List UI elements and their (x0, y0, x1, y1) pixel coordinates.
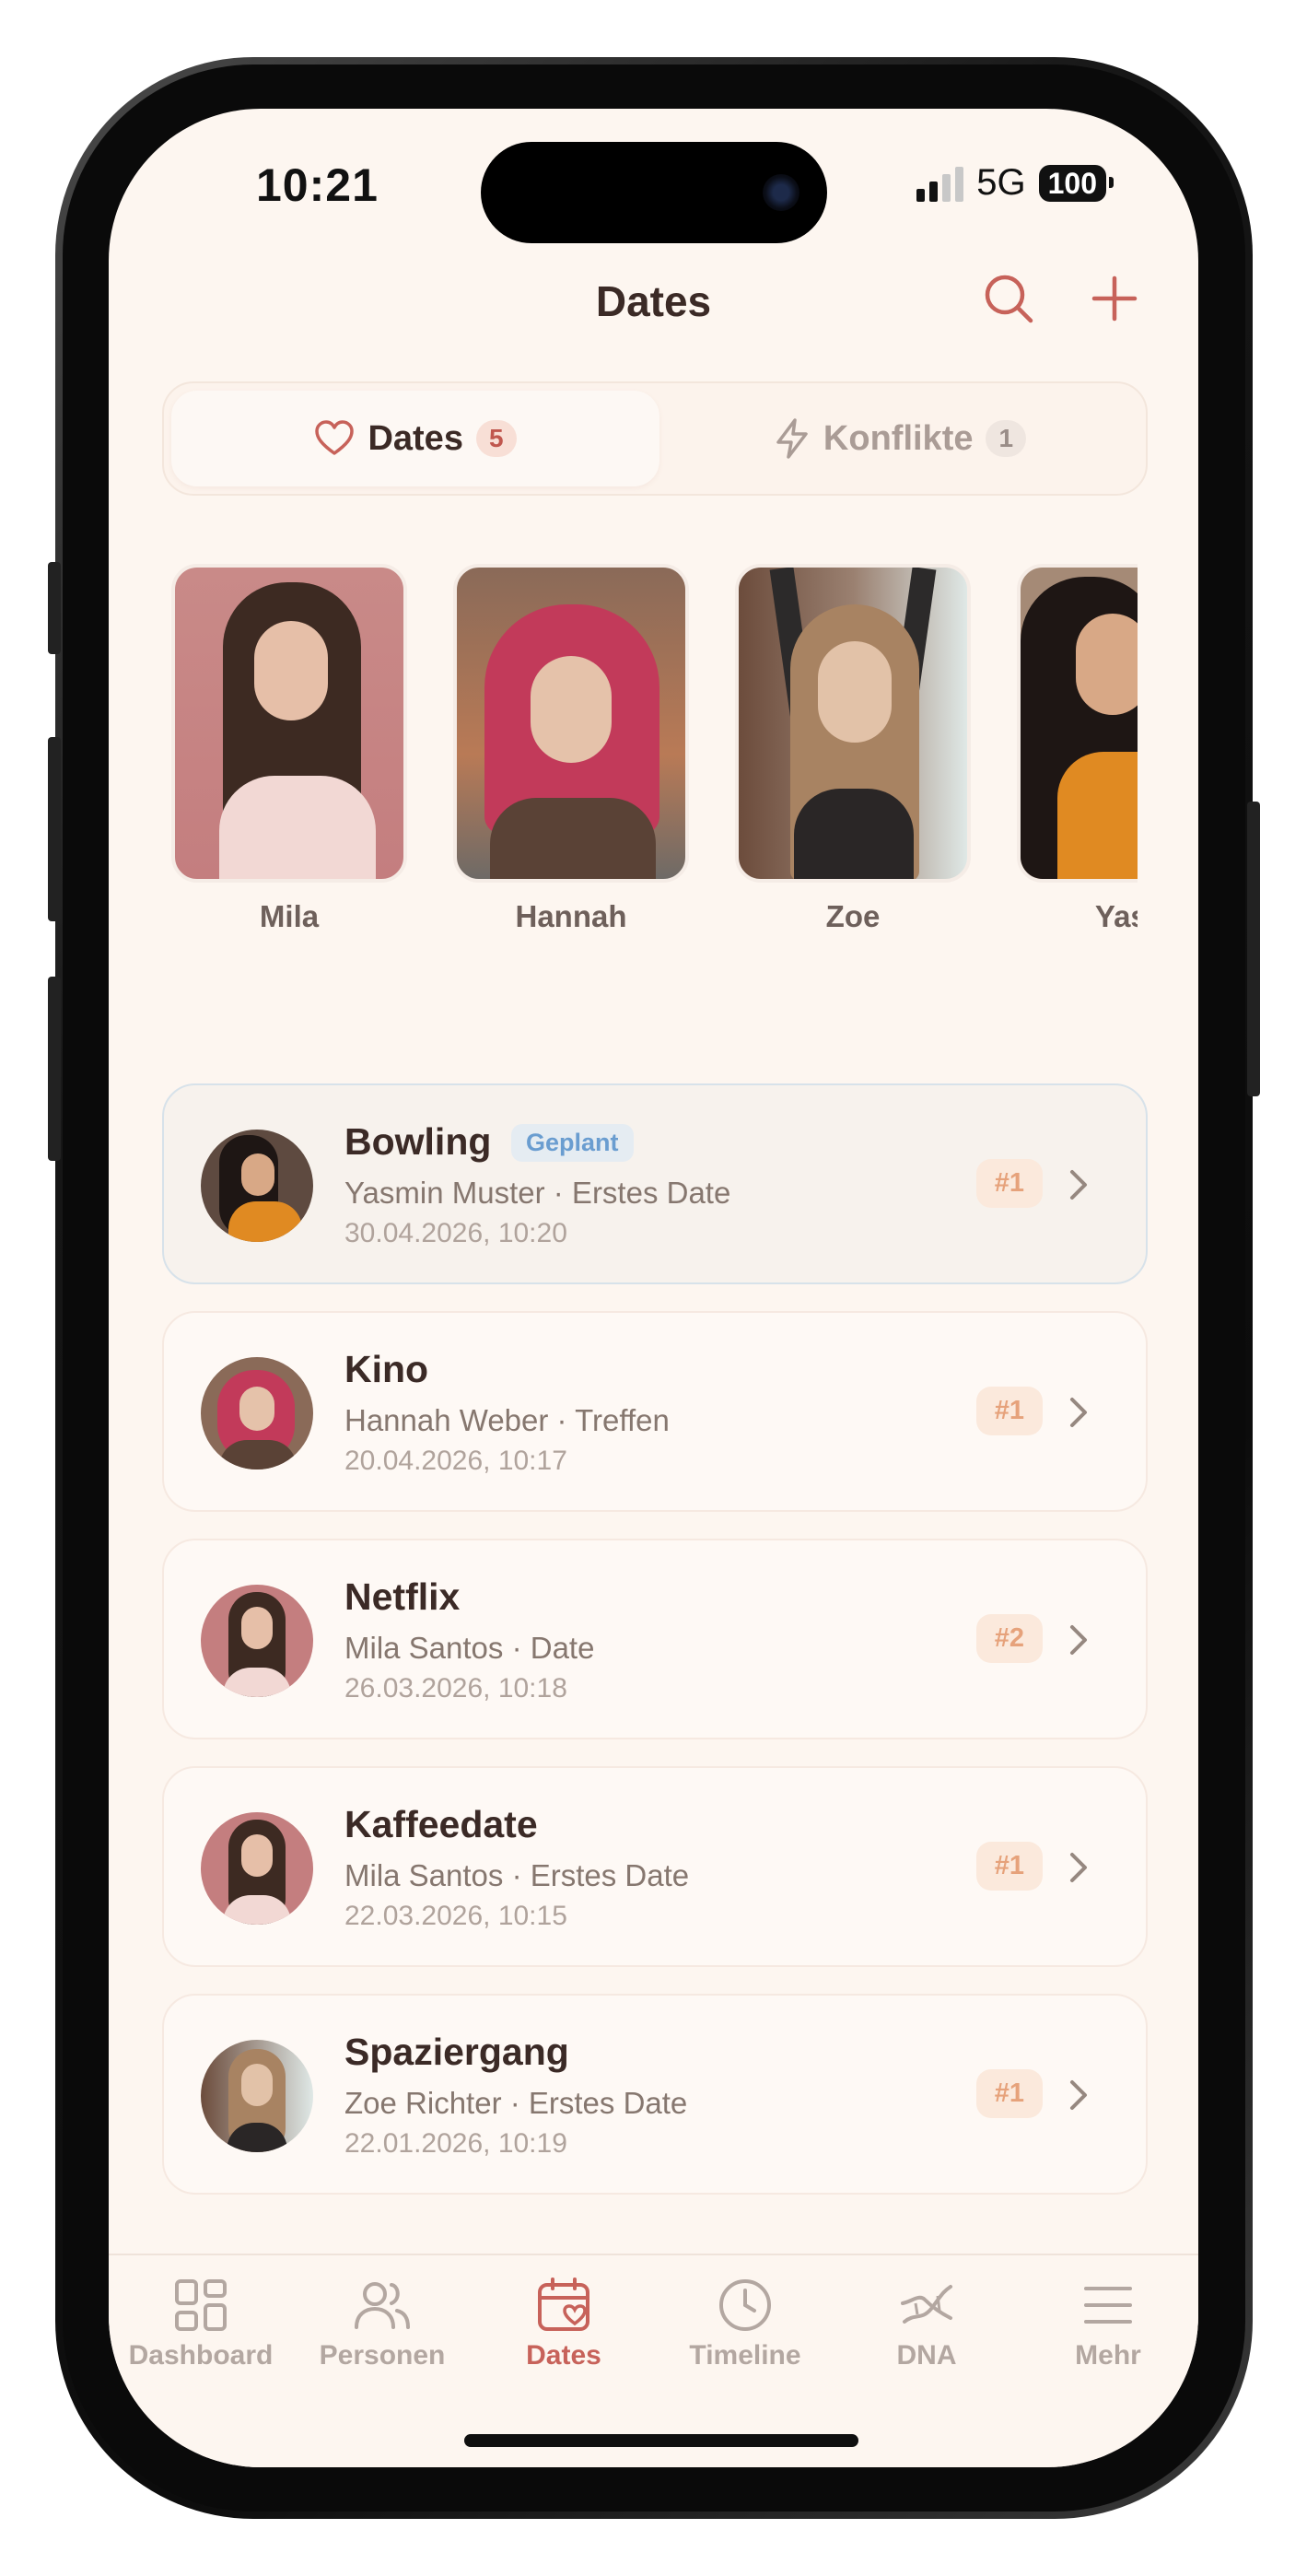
tab-label: Timeline (689, 2340, 801, 2371)
person-card-zoe[interactable]: Zoe (735, 564, 971, 934)
avatar (201, 1585, 313, 1697)
segmented-control: Dates 5 Konflikte 1 (162, 381, 1148, 496)
camera-icon (763, 174, 799, 211)
dynamic-island (481, 142, 827, 243)
tab-label: Personen (319, 2340, 446, 2371)
calendar-heart-icon (538, 2277, 589, 2331)
date-timestamp: 30.04.2026, 10:20 (344, 1218, 567, 1248)
status-time: 10:21 (256, 159, 379, 211)
avatar (201, 2040, 313, 2152)
home-indicator[interactable] (464, 2434, 858, 2447)
person-photo (735, 564, 971, 883)
tab-personen[interactable]: Personen (290, 2276, 474, 2371)
date-subtitle: Mila Santos · Date (344, 1631, 595, 1665)
konflikte-count-badge: 1 (986, 420, 1027, 457)
status-badge: Geplant (511, 1124, 634, 1162)
avatar (201, 1130, 313, 1242)
person-name: Hannah (515, 899, 627, 933)
date-title: Kino (344, 1348, 429, 1390)
date-card-kaffeedate[interactable]: Kaffeedate Mila Santos · Erstes Date 22.… (162, 1766, 1148, 1967)
network-label: 5G (976, 162, 1026, 203)
rank-badge: #1 (975, 1159, 1043, 1208)
power-button (1247, 802, 1260, 1096)
tab-dates-nav[interactable]: Dates (472, 2276, 656, 2371)
chevron-right-icon (1070, 1853, 1087, 1882)
lightning-icon (776, 418, 808, 459)
date-card-bowling[interactable]: Bowling Geplant Yasmin Muster · Erstes D… (162, 1083, 1148, 1284)
date-subtitle: Mila Santos · Erstes Date (344, 1858, 690, 1892)
tab-dna[interactable]: DNA (834, 2276, 1019, 2371)
person-name: Zoe (825, 899, 881, 933)
grid-icon (175, 2279, 227, 2331)
rank-badge: #1 (975, 2069, 1043, 2118)
date-timestamp: 20.04.2026, 10:17 (344, 1446, 567, 1476)
person-name: Yasm (1094, 899, 1138, 933)
signal-icon (916, 165, 964, 202)
rank-badge: #2 (975, 1614, 1043, 1663)
screen: 10:21 5G 100 Dates Dates 5 Konflikte 1 M… (109, 109, 1198, 2467)
search-icon[interactable] (981, 271, 1036, 326)
plus-icon[interactable] (1087, 271, 1142, 326)
avatar (201, 1357, 313, 1469)
people-carousel[interactable]: Mila Hannah Zoe Ya (171, 564, 1138, 1061)
tab-label: Dates (526, 2340, 601, 2371)
heart-icon (315, 420, 355, 455)
tab-konflikte[interactable]: Konflikte 1 (659, 391, 1140, 486)
date-timestamp: 26.03.2026, 10:18 (344, 1673, 567, 1704)
clock-icon (719, 2279, 771, 2331)
tab-dashboard[interactable]: Dashboard (109, 2276, 293, 2371)
people-icon (355, 2282, 410, 2329)
tab-timeline[interactable]: Timeline (653, 2276, 837, 2371)
rank-badge: #1 (975, 1387, 1043, 1435)
tab-mehr[interactable]: Mehr (1016, 2276, 1198, 2371)
tab-label: DNA (896, 2340, 957, 2371)
date-subtitle: Yasmin Muster · Erstes Date (344, 1176, 731, 1210)
person-card-yasmin[interactable]: Yasm (1017, 564, 1138, 934)
date-title: Kaffeedate (344, 1803, 538, 1845)
date-timestamp: 22.01.2026, 10:19 (344, 2128, 567, 2159)
date-title: Bowling (344, 1120, 492, 1163)
date-title: Netflix (344, 1575, 461, 1618)
tab-label: Mehr (1075, 2340, 1141, 2371)
person-card-mila[interactable]: Mila (171, 564, 407, 934)
date-subtitle: Zoe Richter · Erstes Date (344, 2086, 688, 2120)
battery-icon: 100 (1038, 164, 1114, 202)
volume-up-button (48, 737, 61, 921)
chevron-right-icon (1070, 2080, 1087, 2110)
chevron-right-icon (1070, 1625, 1087, 1655)
action-button (48, 562, 61, 654)
tab-dates[interactable]: Dates 5 (171, 391, 659, 486)
dates-count-badge: 5 (475, 420, 517, 457)
person-photo (453, 564, 689, 883)
chevron-right-icon (1070, 1398, 1087, 1427)
rank-badge: #1 (975, 1842, 1043, 1891)
person-card-hannah[interactable]: Hannah (453, 564, 689, 934)
date-card-kino[interactable]: Kino Hannah Weber · Treffen 20.04.2026, … (162, 1311, 1148, 1512)
volume-down-button (48, 977, 61, 1161)
avatar (201, 1812, 313, 1925)
tab-dates-label: Dates (368, 418, 463, 458)
status-indicators: 5G 100 (916, 162, 1114, 204)
chevron-right-icon (1070, 1170, 1087, 1200)
date-card-spaziergang[interactable]: Spaziergang Zoe Richter · Erstes Date 22… (162, 1994, 1148, 2195)
dna-icon (901, 2285, 952, 2324)
date-timestamp: 22.03.2026, 10:15 (344, 1901, 567, 1931)
tab-bar: Dashboard Personen Dates Timeline DNA Me… (109, 2254, 1198, 2467)
date-card-netflix[interactable]: Netflix Mila Santos · Date 26.03.2026, 1… (162, 1539, 1148, 1739)
date-title: Spaziergang (344, 2031, 569, 2073)
date-subtitle: Hannah Weber · Treffen (344, 1403, 670, 1437)
person-photo (1017, 564, 1138, 883)
person-name: Mila (259, 899, 320, 933)
tab-label: Dashboard (128, 2340, 274, 2371)
menu-icon (1084, 2287, 1132, 2324)
tab-konflikte-label: Konflikte (823, 418, 974, 458)
person-photo (171, 564, 407, 883)
